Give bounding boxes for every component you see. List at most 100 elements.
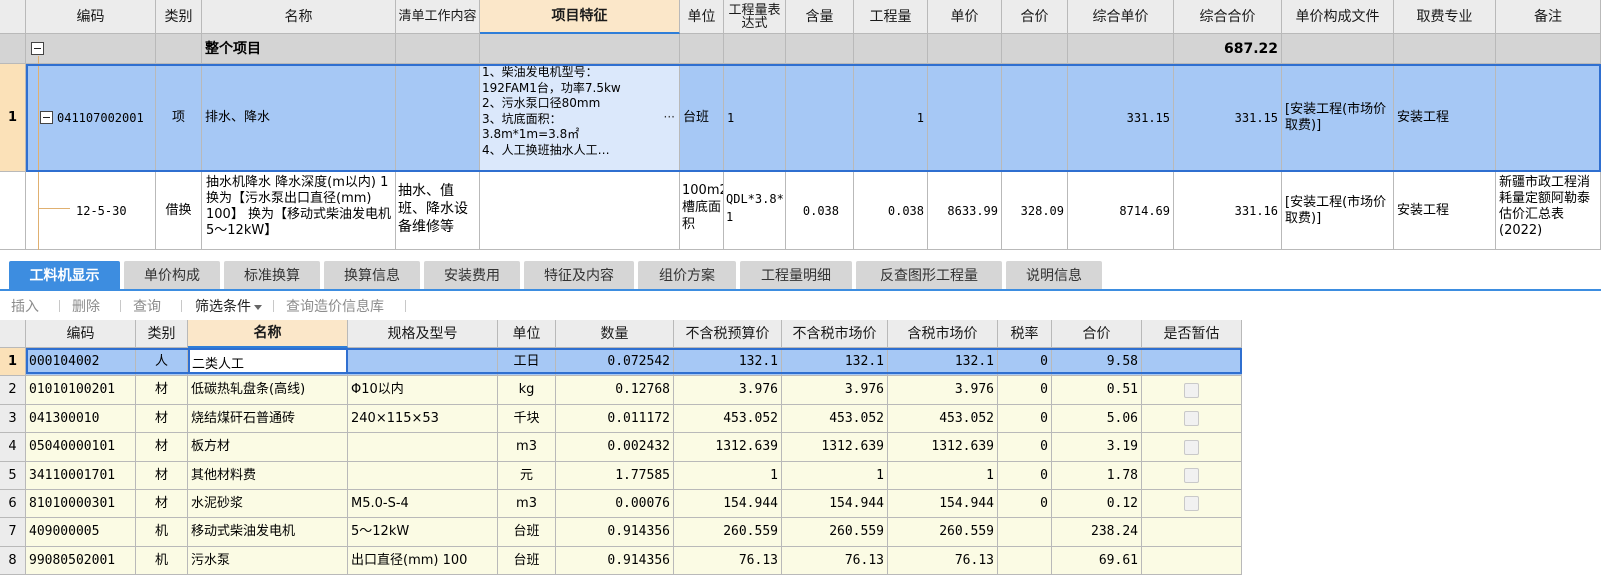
resource-budget-price[interactable]: 1	[674, 462, 782, 490]
resource-unit[interactable]: 台班	[498, 547, 556, 575]
sub-feature[interactable]	[480, 172, 680, 250]
sub-comp-total[interactable]: 331.16	[1174, 172, 1282, 250]
provisional-checkbox[interactable]	[1184, 439, 1199, 455]
resource-code[interactable]: 000104002	[26, 348, 136, 376]
tab-feature-content[interactable]: 特征及内容	[524, 261, 634, 289]
resource-spec[interactable]: M5.0-S-4	[348, 490, 498, 518]
resource-type[interactable]: 材	[136, 433, 188, 462]
col-header-type[interactable]: 类别	[136, 320, 188, 348]
tab-standard-conversion[interactable]: 标准换算	[224, 261, 320, 289]
resource-name[interactable]: 板方材	[188, 433, 348, 462]
item-remark[interactable]	[1496, 64, 1601, 172]
col-header-unit[interactable]: 单位	[680, 0, 724, 34]
col-header-quantity[interactable]: 数量	[556, 320, 674, 348]
col-header-quantity[interactable]: 工程量	[854, 0, 928, 34]
resource-market-price[interactable]: 1	[782, 462, 888, 490]
col-header-unit[interactable]: 单位	[498, 320, 556, 348]
col-header-name[interactable]: 名称	[188, 320, 348, 348]
resource-market-price[interactable]: 132.1	[782, 348, 888, 376]
col-header-tax-rate[interactable]: 税率	[998, 320, 1052, 348]
row-number[interactable]: 8	[0, 547, 26, 575]
resource-code[interactable]: 01010100201	[26, 376, 136, 405]
tab-labor-material-machine[interactable]: 工料机显示	[9, 261, 120, 289]
resource-quantity[interactable]: 0.072542	[556, 348, 674, 376]
item-quantity[interactable]: 1	[854, 64, 928, 172]
collapse-icon[interactable]	[40, 111, 53, 124]
provisional-checkbox[interactable]	[1184, 411, 1199, 426]
col-header-market-price[interactable]: 不含税市场价	[782, 320, 888, 348]
row-number[interactable]: 4	[0, 433, 26, 462]
resource-type[interactable]: 机	[136, 547, 188, 575]
resource-tax-market-price[interactable]: 1312.639	[888, 433, 998, 462]
resource-provisional[interactable]	[1142, 462, 1242, 490]
col-header-expression[interactable]: 工程量表达式	[724, 0, 786, 34]
query-price-database-button[interactable]: 查询造价信息库	[286, 296, 384, 316]
item-comp-total[interactable]: 331.15	[1174, 64, 1282, 172]
item-fee-specialty[interactable]: 安装工程	[1394, 64, 1496, 172]
resource-type[interactable]: 机	[136, 518, 188, 547]
row-number[interactable]: 7	[0, 518, 26, 547]
resource-spec[interactable]	[348, 462, 498, 490]
resource-name[interactable]: 其他材料费	[188, 462, 348, 490]
sub-work-content[interactable]: 抽水、值班、降水设备维修等	[396, 172, 480, 250]
collapse-icon[interactable]	[31, 42, 44, 55]
col-header-work-content[interactable]: 清单工作内容	[396, 0, 480, 34]
item-price-file[interactable]: [安装工程(市场价取费)]	[1282, 64, 1394, 172]
resource-unit[interactable]: kg	[498, 376, 556, 405]
col-header-comp-total[interactable]: 综合合价	[1174, 0, 1282, 34]
resource-quantity[interactable]: 0.914356	[556, 547, 674, 575]
col-header-content[interactable]: 含量	[786, 0, 854, 34]
resource-type[interactable]: 材	[136, 405, 188, 433]
provisional-checkbox[interactable]	[1184, 382, 1199, 398]
resource-spec[interactable]	[348, 348, 498, 376]
resource-total[interactable]: 1.78	[1052, 462, 1142, 490]
col-header-name[interactable]: 名称	[202, 0, 396, 34]
resource-market-price[interactable]: 3.976	[782, 376, 888, 405]
col-header-fee-specialty[interactable]: 取费专业	[1394, 0, 1496, 34]
summary-name[interactable]: 整个项目	[202, 34, 396, 64]
resource-name[interactable]: 低碳热轧盘条(高线)	[188, 376, 348, 405]
sub-fee-specialty[interactable]: 安装工程	[1394, 172, 1496, 250]
resource-code[interactable]: 041300010	[26, 405, 136, 433]
resource-tax-rate[interactable]	[998, 547, 1052, 575]
resource-tax-rate[interactable]: 0	[998, 490, 1052, 518]
provisional-checkbox[interactable]	[1184, 468, 1199, 483]
col-header-total[interactable]: 合价	[1002, 0, 1068, 34]
sub-code[interactable]: 12-5-30	[26, 172, 156, 250]
tab-quantity-detail[interactable]: 工程量明细	[740, 261, 852, 289]
resource-quantity[interactable]: 0.00076	[556, 490, 674, 518]
resource-tax-rate[interactable]: 0	[998, 405, 1052, 433]
resource-name[interactable]: 污水泵	[188, 547, 348, 575]
resource-provisional[interactable]	[1142, 405, 1242, 433]
resource-tax-market-price[interactable]: 76.13	[888, 547, 998, 575]
row-number[interactable]: 1	[0, 64, 26, 172]
resource-budget-price[interactable]: 1312.639	[674, 433, 782, 462]
sub-name[interactable]: 抽水机降水 降水深度(m以内) 1 换为【污水泵出口直径(mm) 100】 换为…	[202, 172, 396, 250]
resource-provisional[interactable]	[1142, 376, 1242, 405]
resource-tax-market-price[interactable]: 260.559	[888, 518, 998, 547]
resource-tax-rate[interactable]: 0	[998, 462, 1052, 490]
item-price[interactable]	[928, 64, 1002, 172]
provisional-checkbox[interactable]	[1184, 496, 1199, 511]
resource-provisional[interactable]	[1142, 490, 1242, 518]
col-header-remark[interactable]: 备注	[1496, 0, 1601, 34]
resource-quantity[interactable]: 0.914356	[556, 518, 674, 547]
item-code-cell[interactable]: 041107002001	[26, 64, 156, 172]
item-expression[interactable]: 1	[724, 64, 786, 172]
resource-market-price[interactable]: 76.13	[782, 547, 888, 575]
query-button[interactable]: 查询	[133, 296, 161, 316]
col-header-feature[interactable]: 项目特征	[480, 0, 680, 34]
resource-type[interactable]: 材	[136, 462, 188, 490]
resource-type[interactable]: 材	[136, 376, 188, 405]
summary-tree-cell[interactable]	[26, 34, 156, 64]
item-type[interactable]: 项	[156, 64, 202, 172]
col-header-comp-price[interactable]: 综合单价	[1068, 0, 1174, 34]
resource-spec[interactable]: 出口直径(mm) 100	[348, 547, 498, 575]
col-header-budget-price[interactable]: 不含税预算价	[674, 320, 782, 348]
resource-budget-price[interactable]: 132.1	[674, 348, 782, 376]
resource-provisional[interactable]	[1142, 348, 1242, 376]
col-header-type[interactable]: 类别	[156, 0, 202, 34]
resource-tax-market-price[interactable]: 453.052	[888, 405, 998, 433]
row-number[interactable]: 1	[0, 348, 26, 376]
resource-tax-rate[interactable]: 0	[998, 376, 1052, 405]
